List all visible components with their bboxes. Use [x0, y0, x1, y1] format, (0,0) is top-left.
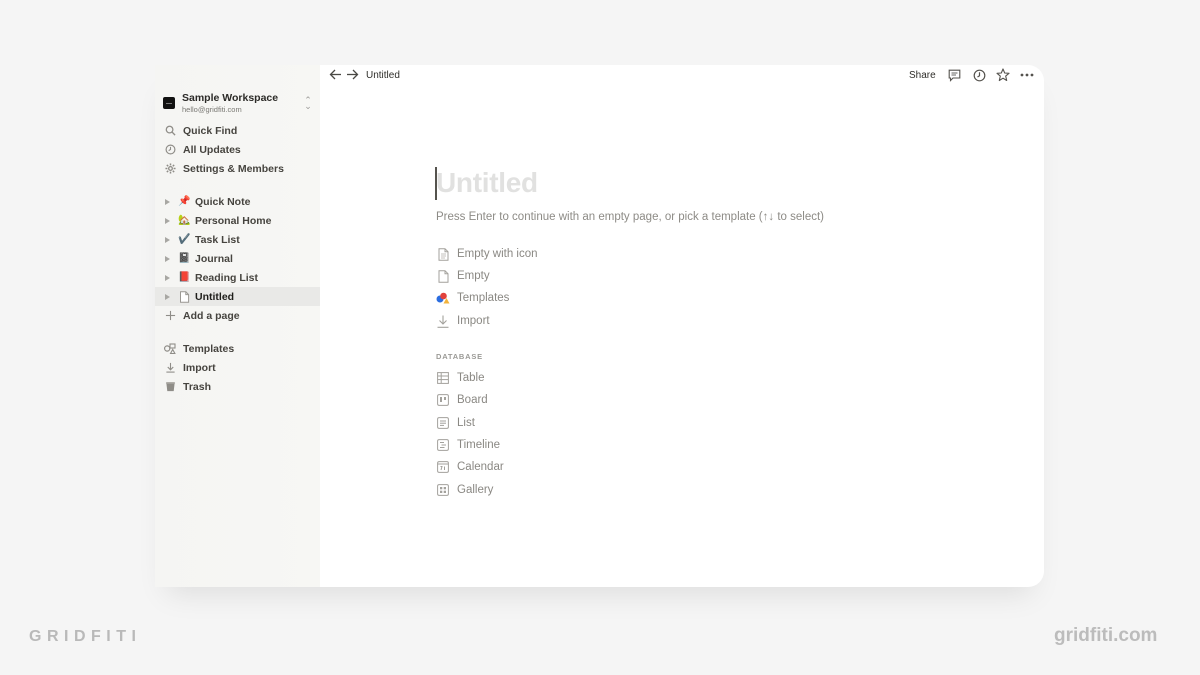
- workspace-switcher[interactable]: Sample Workspace hello@gridfiti.com ⌃ ⌄: [163, 92, 313, 114]
- history-clock-icon[interactable]: [971, 67, 987, 83]
- board-icon: [436, 393, 450, 407]
- option-label: Empty with icon: [457, 248, 538, 260]
- sidebar-item-import[interactable]: Import: [155, 358, 320, 377]
- option-label: Gallery: [457, 484, 494, 496]
- sidebar-page-label: Journal: [195, 252, 233, 265]
- option-empty-with-icon[interactable]: Empty with icon: [436, 245, 538, 263]
- top-bar: Untitled Share: [320, 65, 1044, 87]
- gear-icon: [164, 163, 176, 175]
- red-book-icon: 📕: [178, 272, 191, 283]
- sidebar-page-label: Personal Home: [195, 214, 272, 227]
- sidebar-item-label: Import: [183, 361, 216, 374]
- option-label: List: [457, 417, 475, 429]
- brand-url-right: gridfiti.com: [1054, 625, 1158, 646]
- star-icon[interactable]: [995, 67, 1011, 83]
- page-icon: [436, 269, 450, 283]
- sidebar-page-reading-list[interactable]: 📕 Reading List: [155, 268, 320, 287]
- add-page-button[interactable]: Add a page: [155, 306, 320, 325]
- expand-toggle-icon[interactable]: [165, 236, 170, 243]
- share-button[interactable]: Share: [909, 70, 936, 81]
- main-content: Untitled Share Untitled Press Enter to c…: [320, 65, 1044, 587]
- checkmark-icon: ✔️: [178, 234, 191, 245]
- sidebar-item-label: Trash: [183, 380, 212, 393]
- more-options-icon[interactable]: [1019, 67, 1035, 83]
- workspace-email: hello@gridfiti.com: [182, 104, 242, 114]
- sidebar-page-label: Untitled: [195, 290, 235, 303]
- sidebar-page-task-list[interactable]: ✔️ Task List: [155, 230, 320, 249]
- sidebar-item-trash[interactable]: Trash: [155, 377, 320, 396]
- database-section-heading: DATABASE: [436, 352, 483, 361]
- brand-wordmark-left: GRIDFITI: [29, 628, 142, 645]
- forward-arrow-icon[interactable]: [346, 68, 360, 81]
- expand-toggle-icon[interactable]: [165, 255, 170, 262]
- sidebar-page-untitled[interactable]: Untitled: [155, 287, 320, 306]
- option-import[interactable]: Import: [436, 312, 490, 330]
- workspace-name: Sample Workspace: [182, 92, 279, 104]
- sidebar-page-label: Task List: [195, 233, 240, 246]
- house-icon: 🏡: [178, 215, 191, 226]
- sidebar-page-quick-note[interactable]: 📌 Quick Note: [155, 192, 320, 211]
- expand-toggle-icon[interactable]: [165, 274, 170, 281]
- notebook-icon: 📓: [178, 253, 191, 264]
- sidebar-item-quick-find[interactable]: Quick Find: [155, 121, 320, 140]
- timeline-icon: [436, 438, 450, 452]
- option-label: Templates: [457, 292, 510, 304]
- template-hint: Press Enter to continue with an empty pa…: [436, 211, 824, 223]
- templates-icon: [436, 291, 450, 305]
- comment-icon[interactable]: [946, 67, 962, 83]
- app-window: Sample Workspace hello@gridfiti.com ⌃ ⌄ Q…: [155, 65, 1044, 587]
- option-empty[interactable]: Empty: [436, 267, 490, 285]
- page-title-input[interactable]: Untitled: [436, 167, 538, 199]
- option-label: Table: [457, 372, 485, 384]
- expand-toggle-icon[interactable]: [165, 217, 170, 224]
- chevron-up-down-icon: ⌃ ⌄: [304, 94, 312, 111]
- sidebar-item-settings[interactable]: Settings & Members: [155, 159, 320, 178]
- database-option-board[interactable]: Board: [436, 391, 488, 409]
- page-with-icon-icon: [436, 247, 450, 261]
- database-option-gallery[interactable]: Gallery: [436, 481, 493, 499]
- clock-icon: [164, 144, 176, 156]
- breadcrumb[interactable]: Untitled: [366, 70, 400, 81]
- back-arrow-icon[interactable]: [329, 68, 343, 81]
- sidebar-item-label: Settings & Members: [183, 162, 284, 175]
- option-label: Timeline: [457, 439, 501, 451]
- expand-toggle-icon[interactable]: [165, 293, 170, 300]
- plus-icon: [164, 310, 176, 322]
- sidebar: Sample Workspace hello@gridfiti.com ⌃ ⌄ Q…: [155, 65, 320, 587]
- table-icon: [436, 371, 450, 385]
- gallery-icon: [436, 483, 450, 497]
- sidebar-item-label: All Updates: [183, 143, 241, 156]
- import-icon: [164, 362, 176, 374]
- database-option-calendar[interactable]: Calendar: [436, 458, 504, 476]
- add-page-label: Add a page: [183, 309, 240, 322]
- option-label: Calendar: [457, 461, 504, 473]
- list-icon: [436, 416, 450, 430]
- import-icon: [436, 314, 450, 328]
- option-templates[interactable]: Templates: [436, 289, 509, 307]
- option-label: Empty: [457, 270, 490, 282]
- sidebar-page-personal-home[interactable]: 🏡 Personal Home: [155, 211, 320, 230]
- database-option-timeline[interactable]: Timeline: [436, 436, 500, 454]
- page-icon: [178, 290, 191, 303]
- sidebar-page-label: Quick Note: [195, 195, 251, 208]
- option-label: Import: [457, 315, 490, 327]
- calendar-icon: [436, 460, 450, 474]
- templates-icon: [164, 343, 176, 355]
- sidebar-item-templates[interactable]: Templates: [155, 339, 320, 358]
- search-icon: [164, 125, 176, 137]
- expand-toggle-icon[interactable]: [165, 198, 170, 205]
- database-option-table[interactable]: Table: [436, 369, 485, 387]
- sidebar-item-all-updates[interactable]: All Updates: [155, 140, 320, 159]
- sidebar-page-journal[interactable]: 📓 Journal: [155, 249, 320, 268]
- sidebar-item-label: Templates: [183, 342, 235, 355]
- workspace-logo: [163, 97, 175, 109]
- sidebar-item-label: Quick Find: [183, 124, 238, 137]
- database-option-list[interactable]: List: [436, 414, 475, 432]
- option-label: Board: [457, 394, 488, 406]
- trash-icon: [164, 381, 176, 393]
- sidebar-page-label: Reading List: [195, 271, 259, 284]
- pushpin-icon: 📌: [178, 196, 191, 207]
